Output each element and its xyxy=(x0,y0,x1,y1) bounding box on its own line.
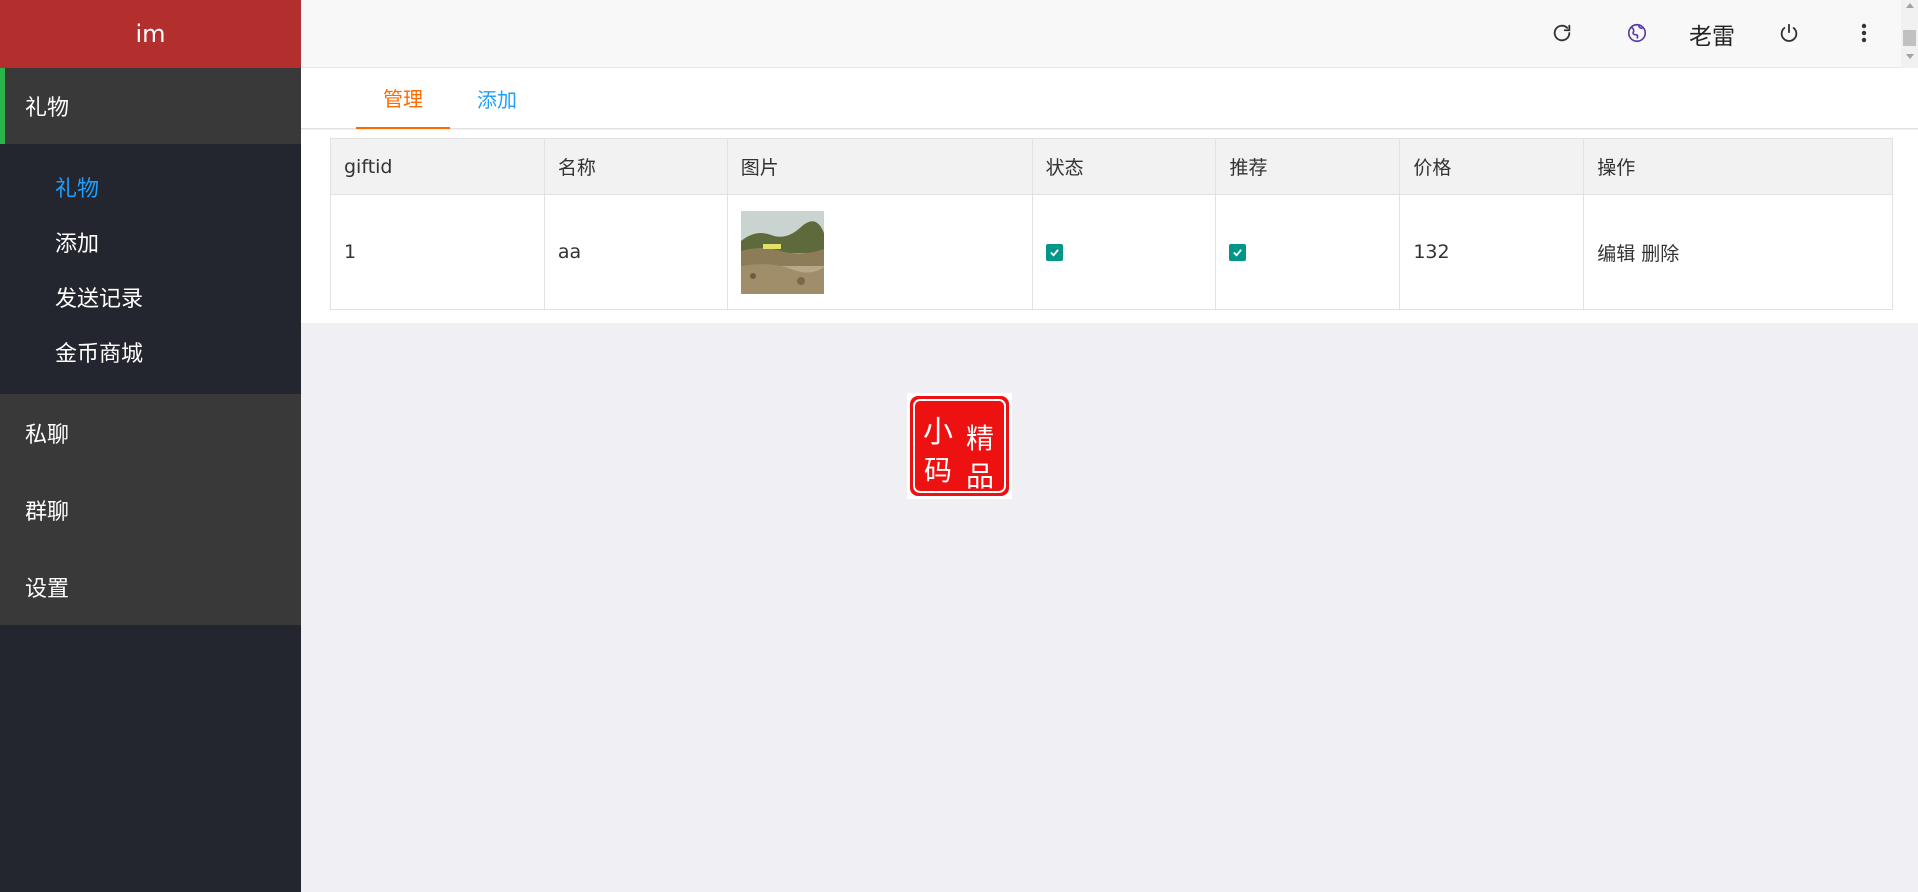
column-header: 操作 xyxy=(1583,138,1893,195)
svg-text:精: 精 xyxy=(966,422,994,455)
cell-recommend xyxy=(1215,194,1401,310)
refresh-icon[interactable] xyxy=(1549,20,1575,46)
nav-group-settings[interactable]: 设置 xyxy=(0,548,301,625)
more-vertical-icon[interactable] xyxy=(1851,20,1877,46)
gift-image-thumbnail[interactable] xyxy=(740,210,824,294)
nav-rest: 私聊 群聊 设置 xyxy=(0,394,301,625)
column-header: 价格 xyxy=(1399,138,1585,195)
brand-logo[interactable]: im xyxy=(0,0,301,68)
cell-giftid: 1 xyxy=(330,194,545,310)
tab-add[interactable]: 添加 xyxy=(450,68,544,129)
recommend-checkbox[interactable] xyxy=(1229,244,1247,261)
username[interactable]: 老雷 xyxy=(1689,17,1735,51)
scroll-thumb[interactable] xyxy=(1903,30,1916,46)
cell-price: 132 xyxy=(1399,194,1585,310)
table-row: 1 aa 132 编辑 删除 xyxy=(330,194,1893,310)
cell-actions: 编辑 删除 xyxy=(1583,194,1893,310)
table-header-row: giftid 名称 图片 状态 推荐 价格 操作 xyxy=(330,138,1893,195)
sidebar: im 礼物 礼物 添加 发送记录 金币商城 私聊 群聊 设置 xyxy=(0,0,301,892)
power-icon[interactable] xyxy=(1776,20,1802,46)
column-header: 状态 xyxy=(1031,138,1217,195)
column-header: 图片 xyxy=(726,138,1033,195)
nav-group-private-chat[interactable]: 私聊 xyxy=(0,394,301,471)
cell-status xyxy=(1031,194,1217,310)
scroll-up-arrow-icon[interactable] xyxy=(1906,3,1914,8)
gift-table: giftid 名称 图片 状态 推荐 价格 操作 1 aa 132 编辑 删除 xyxy=(330,138,1893,310)
sub-item-send-records[interactable]: 发送记录 xyxy=(0,269,301,324)
sub-item-gift[interactable]: 礼物 xyxy=(0,159,301,214)
globe-icon[interactable] xyxy=(1624,20,1650,46)
nav-group-label: 群聊 xyxy=(25,499,70,525)
svg-text:码: 码 xyxy=(924,454,952,487)
svg-text:小: 小 xyxy=(923,415,953,450)
tab-bar: 管理 添加 xyxy=(301,68,1918,129)
nav-group-group-chat[interactable]: 群聊 xyxy=(0,471,301,548)
nav-group-label: 礼物 xyxy=(25,96,70,121)
scrollbar[interactable] xyxy=(1901,0,1918,68)
nav-group-label: 私聊 xyxy=(25,422,70,448)
nav-group-label: 设置 xyxy=(25,576,70,602)
column-header: 推荐 xyxy=(1215,138,1401,195)
seal-logo: 小 精 码 品 xyxy=(907,393,1012,499)
cell-image xyxy=(726,194,1033,310)
column-header: 名称 xyxy=(543,138,728,195)
sub-item-coin-mall[interactable]: 金币商城 xyxy=(0,324,301,379)
svg-text:品: 品 xyxy=(966,460,994,493)
status-checkbox[interactable] xyxy=(1045,244,1063,261)
column-header: giftid xyxy=(330,138,545,195)
gift-submenu: 礼物 添加 发送记录 金币商城 xyxy=(0,144,301,394)
scroll-down-arrow-icon[interactable] xyxy=(1906,54,1914,59)
edit-link[interactable]: 编辑 xyxy=(1597,243,1635,265)
content-panel: giftid 名称 图片 状态 推荐 价格 操作 1 aa 132 编辑 删除 xyxy=(301,130,1918,323)
tab-manage[interactable]: 管理 xyxy=(356,68,450,129)
delete-link[interactable]: 删除 xyxy=(1641,243,1679,265)
cell-name: aa xyxy=(543,194,728,310)
sub-item-add[interactable]: 添加 xyxy=(0,214,301,269)
top-header: 老雷 xyxy=(301,0,1918,68)
nav-group-gift[interactable]: 礼物 xyxy=(0,68,301,144)
